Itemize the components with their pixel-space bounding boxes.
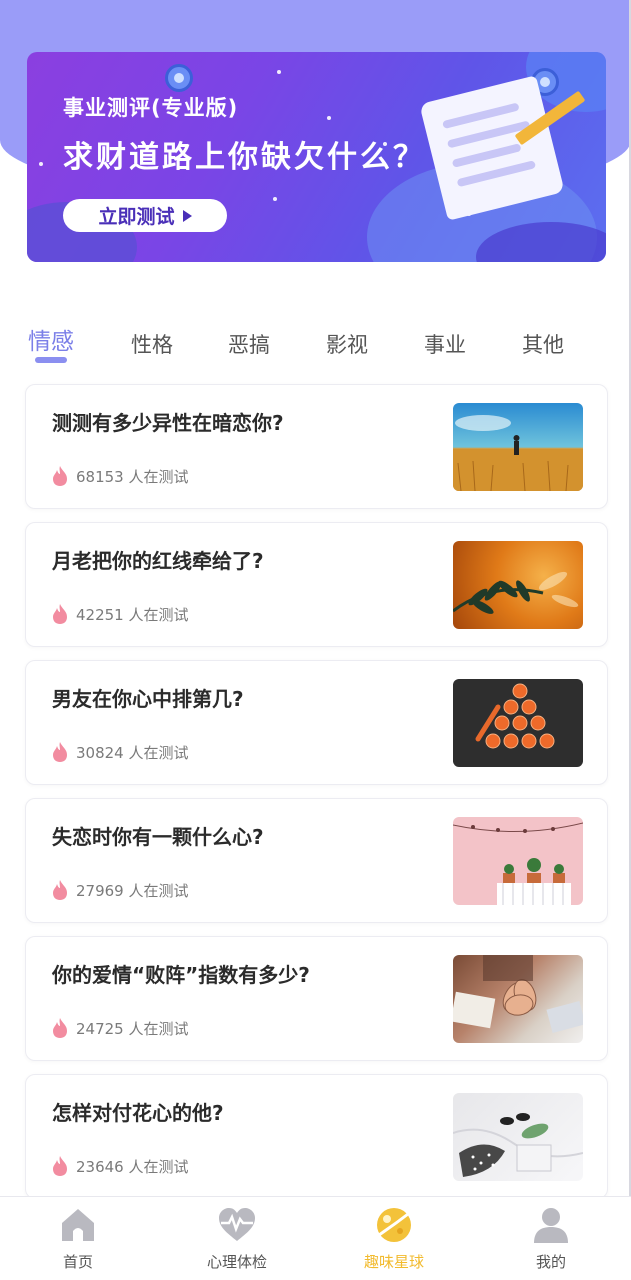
nav-profile[interactable]: 我的 — [506, 1205, 596, 1272]
planet-icon — [165, 64, 193, 92]
nav-label: 心理体检 — [206, 1253, 267, 1271]
flame-icon — [53, 880, 67, 900]
user-icon — [534, 1208, 568, 1243]
bottom-navigation: 首页 心理体检 趣味星球 我的 — [0, 1196, 631, 1280]
home-icon — [62, 1209, 94, 1241]
participant-count: 27969 人在测试 — [51, 879, 189, 901]
test-count: 27969 人在测试 — [76, 881, 189, 900]
tab-funny[interactable]: 恶搞 — [214, 329, 284, 359]
participant-count: 24725 人在测试 — [51, 1017, 189, 1039]
test-card[interactable]: 你的爱情“败阵”指数有多少? 24725 人在测试 — [25, 936, 608, 1061]
test-thumbnail — [453, 1093, 583, 1181]
test-title: 测测有多少异性在暗恋你? — [52, 411, 284, 435]
flame-icon — [53, 1018, 67, 1038]
nav-home[interactable]: 首页 — [33, 1205, 123, 1272]
participant-count: 23646 人在测试 — [51, 1155, 189, 1177]
banner-subtitle: 事业测评(专业版) — [63, 96, 239, 120]
start-test-button[interactable]: 立即测试 — [63, 199, 227, 232]
flame-icon — [53, 742, 67, 762]
test-card[interactable]: 月老把你的红线牵给了? 42251 人在测试 — [25, 522, 608, 647]
star-dot — [39, 162, 43, 166]
flame-icon — [53, 604, 67, 624]
test-title: 月老把你的红线牵给了? — [52, 549, 264, 573]
tab-career[interactable]: 事业 — [410, 329, 480, 359]
nav-psych-checkup[interactable]: 心理体检 — [192, 1205, 282, 1272]
banner-title: 求财道路上你缺欠什么？ — [63, 140, 426, 175]
test-count: 30824 人在测试 — [76, 743, 189, 762]
test-card[interactable]: 男友在你心中排第几? 30824 人在测试 — [25, 660, 608, 785]
test-card[interactable]: 测测有多少异性在暗恋你? 68153 人在测试 — [25, 384, 608, 509]
test-title: 失恋时你有一颗什么心? — [52, 825, 264, 849]
tab-other[interactable]: 其他 — [508, 329, 578, 359]
test-title: 男友在你心中排第几? — [52, 687, 244, 711]
test-count: 23646 人在测试 — [76, 1157, 189, 1176]
test-thumbnail — [453, 541, 583, 629]
test-count: 24725 人在测试 — [76, 1019, 189, 1038]
test-thumbnail — [453, 955, 583, 1043]
tab-active-indicator — [35, 357, 67, 363]
star-dot — [327, 116, 331, 120]
planet-icon — [375, 1208, 413, 1242]
test-title: 怎样对付花心的他? — [52, 1101, 224, 1125]
tab-emotion[interactable]: 情感 — [16, 322, 86, 356]
star-dot — [273, 197, 277, 201]
star-dot — [277, 70, 281, 74]
test-count: 68153 人在测试 — [76, 467, 189, 486]
heartbeat-icon — [219, 1208, 255, 1241]
participant-count: 30824 人在测试 — [51, 741, 189, 763]
tab-personality[interactable]: 性格 — [117, 329, 187, 359]
nav-fun-planet[interactable]: 趣味星球 — [349, 1205, 439, 1272]
tab-movies[interactable]: 影视 — [312, 329, 382, 359]
participant-count: 68153 人在测试 — [51, 465, 189, 487]
start-test-label: 立即测试 — [98, 206, 175, 228]
promo-banner[interactable]: 事业测评(专业版) 求财道路上你缺欠什么？ 立即测试 — [27, 52, 606, 262]
nav-label: 趣味星球 — [363, 1253, 424, 1271]
test-count: 42251 人在测试 — [76, 605, 189, 624]
test-title: 你的爱情“败阵”指数有多少? — [52, 963, 310, 987]
test-thumbnail — [453, 679, 583, 767]
nav-label: 我的 — [535, 1253, 566, 1271]
test-thumbnail — [453, 403, 583, 491]
category-tabs: 情感 性格 恶搞 影视 事业 其他 — [0, 318, 631, 368]
nav-label: 首页 — [62, 1253, 93, 1271]
participant-count: 42251 人在测试 — [51, 603, 189, 625]
flame-icon — [53, 466, 67, 486]
test-thumbnail — [453, 817, 583, 905]
play-icon — [182, 209, 192, 222]
test-card[interactable]: 失恋时你有一颗什么心? 27969 人在测试 — [25, 798, 608, 923]
flame-icon — [53, 1156, 67, 1176]
test-card[interactable]: 怎样对付花心的他? 23646 人在测试 — [25, 1074, 608, 1199]
